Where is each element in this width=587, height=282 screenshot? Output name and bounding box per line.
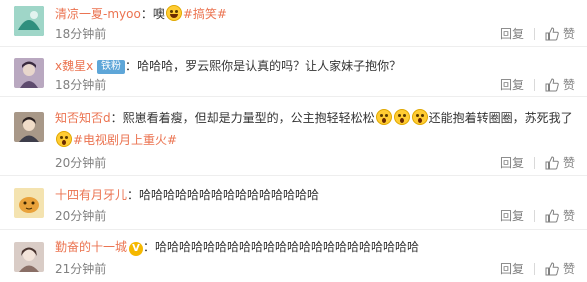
- avatar[interactable]: [14, 58, 44, 88]
- comment-actions: 回复 赞: [490, 208, 575, 224]
- username-link[interactable]: x魏星x: [55, 59, 93, 73]
- avatar[interactable]: [14, 6, 44, 36]
- comment-text: x魏星x 铁粉 ：哈哈哈，罗云熙你是认真的吗？让人家妹子抱你？: [55, 59, 402, 74]
- like-button[interactable]: 赞: [535, 155, 575, 171]
- thumbs-up-icon: [545, 262, 559, 276]
- username-link[interactable]: 知否知否d: [55, 111, 111, 125]
- comment-actions: 回复 赞: [490, 26, 575, 42]
- reply-button[interactable]: 回复: [490, 155, 534, 171]
- reply-button[interactable]: 回复: [490, 26, 534, 42]
- verified-icon: V: [129, 242, 144, 256]
- topic-link[interactable]: #搞笑#: [183, 7, 227, 21]
- comment-item: 知否知否d：熙崽看着瘦，但却是力量型的，公主抱轻轻松松 还能抱着转圈圈，苏死我了 …: [0, 97, 587, 176]
- comment-item: 勤奋的十一城 V ：哈哈哈哈哈哈哈哈哈哈哈哈哈哈哈哈哈哈哈哈哈哈 21分钟前 回复 …: [0, 230, 587, 282]
- avatar[interactable]: [14, 112, 44, 142]
- comment-text: 十四有月牙儿：哈哈哈哈哈哈哈哈哈哈哈哈哈哈哈: [55, 188, 320, 202]
- comment-text: 勤奋的十一城 V ：哈哈哈哈哈哈哈哈哈哈哈哈哈哈哈哈哈哈哈哈哈哈: [55, 240, 420, 256]
- comment-text-line2: #电视剧月上重火#: [55, 131, 575, 149]
- username-link[interactable]: 清凉一夏-myoo: [55, 7, 141, 21]
- timestamp: 20分钟前: [55, 156, 107, 170]
- like-button[interactable]: 赞: [535, 261, 575, 277]
- avatar[interactable]: [14, 242, 44, 272]
- laughing-emoji-icon: [165, 5, 182, 21]
- shocked-emoji-icon: [375, 109, 392, 125]
- like-label: 赞: [562, 78, 575, 92]
- comment-text: 知否知否d：熙崽看着瘦，但却是力量型的，公主抱轻轻松松 还能抱着转圈圈，苏死我了: [55, 109, 573, 125]
- reply-button[interactable]: 回复: [490, 77, 534, 93]
- like-button[interactable]: 赞: [535, 208, 575, 224]
- like-label: 赞: [562, 156, 575, 170]
- thumbs-up-icon: [545, 27, 559, 41]
- username-link[interactable]: 勤奋的十一城: [55, 240, 127, 254]
- timestamp: 21分钟前: [55, 262, 107, 276]
- thumbs-up-icon: [545, 156, 559, 170]
- shocked-emoji-icon: [411, 109, 428, 125]
- shocked-emoji-icon: [56, 131, 72, 147]
- like-label: 赞: [562, 209, 575, 223]
- shocked-emoji-icon: [393, 109, 410, 125]
- timestamp: 20分钟前: [55, 209, 107, 223]
- like-label: 赞: [562, 27, 575, 41]
- timestamp: 18分钟前: [55, 27, 107, 41]
- comment-item: 十四有月牙儿：哈哈哈哈哈哈哈哈哈哈哈哈哈哈哈 20分钟前 回复 赞: [0, 176, 587, 230]
- like-button[interactable]: 赞: [535, 77, 575, 93]
- username-link[interactable]: 十四有月牙儿: [55, 188, 127, 202]
- comment-text: 清凉一夏-myoo：噢 #搞笑#: [55, 5, 227, 21]
- comment-actions: 回复 赞: [490, 77, 575, 93]
- timestamp: 18分钟前: [55, 78, 107, 92]
- fan-badge: 铁粉: [97, 60, 126, 74]
- like-label: 赞: [562, 262, 575, 276]
- avatar[interactable]: [14, 188, 44, 218]
- like-button[interactable]: 赞: [535, 26, 575, 42]
- reply-button[interactable]: 回复: [490, 208, 534, 224]
- comment-actions: 回复 赞: [490, 261, 575, 277]
- topic-link[interactable]: #电视剧月上重火#: [73, 133, 177, 147]
- reply-button[interactable]: 回复: [490, 261, 534, 277]
- thumbs-up-icon: [545, 78, 559, 92]
- comment-actions: 回复 赞: [490, 155, 575, 171]
- comment-item: 清凉一夏-myoo：噢 #搞笑# 18分钟前 回复 赞: [0, 0, 587, 47]
- comment-item: x魏星x 铁粉 ：哈哈哈，罗云熙你是认真的吗？让人家妹子抱你？ 18分钟前 回复 …: [0, 47, 587, 97]
- thumbs-up-icon: [545, 209, 559, 223]
